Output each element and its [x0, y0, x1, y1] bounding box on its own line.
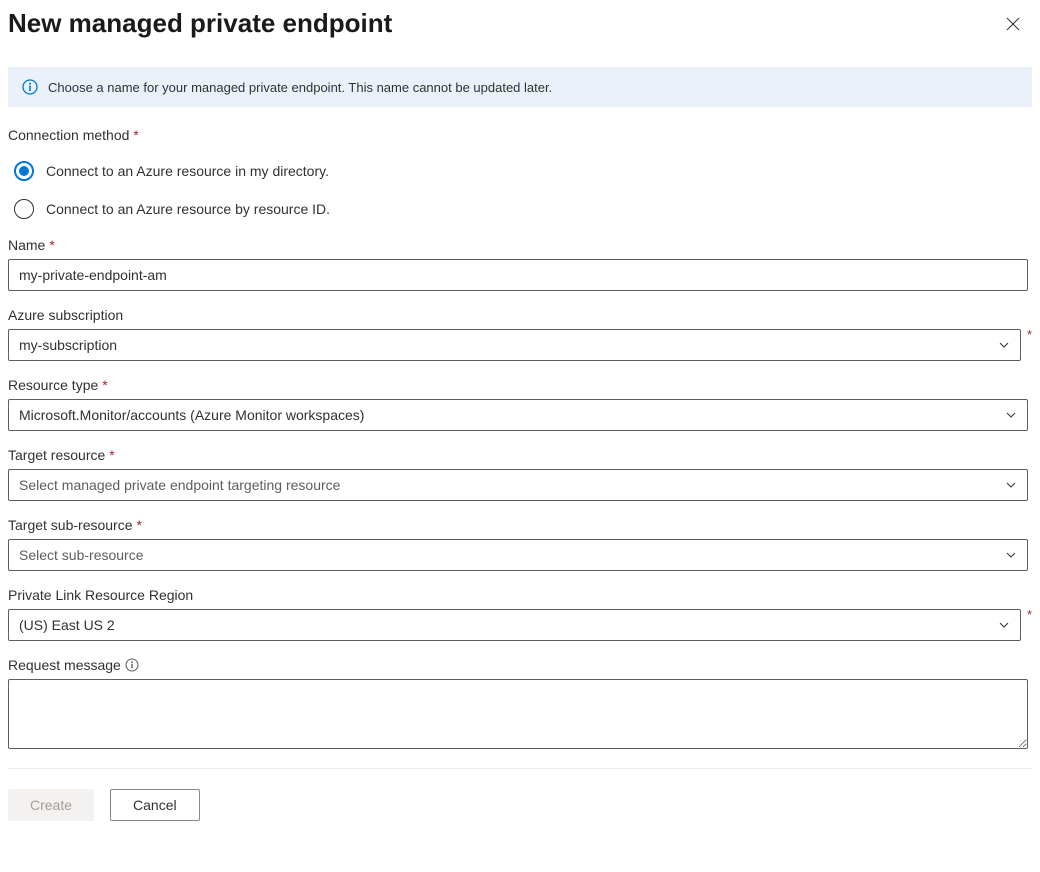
- region-label: Private Link Resource Region: [8, 587, 1032, 603]
- subscription-select[interactable]: my-subscription: [8, 329, 1021, 361]
- required-marker: *: [1027, 327, 1032, 342]
- cancel-button[interactable]: Cancel: [110, 789, 200, 821]
- select-placeholder: Select sub-resource: [19, 547, 144, 563]
- target-resource-select[interactable]: Select managed private endpoint targetin…: [8, 469, 1028, 501]
- panel-header: New managed private endpoint: [8, 8, 1032, 67]
- create-button[interactable]: Create: [8, 789, 94, 821]
- footer: Create Cancel: [8, 769, 1032, 841]
- select-value: Microsoft.Monitor/accounts (Azure Monito…: [19, 407, 364, 423]
- radio-label: Connect to an Azure resource by resource…: [46, 201, 330, 217]
- name-label: Name *: [8, 237, 1032, 253]
- request-message-label: Request message: [8, 657, 1032, 673]
- radio-unselected-icon: [14, 199, 34, 219]
- connection-method-label: Connection method *: [8, 127, 1032, 143]
- name-input[interactable]: [8, 259, 1028, 291]
- select-placeholder: Select managed private endpoint targetin…: [19, 477, 340, 493]
- required-marker: *: [1027, 607, 1032, 622]
- info-icon: [22, 79, 38, 95]
- close-button[interactable]: [1006, 17, 1020, 31]
- select-value: (US) East US 2: [19, 617, 115, 633]
- select-value: my-subscription: [19, 337, 117, 353]
- chevron-down-icon: [998, 619, 1010, 631]
- chevron-down-icon: [1005, 409, 1017, 421]
- region-select[interactable]: (US) East US 2: [8, 609, 1021, 641]
- panel-title: New managed private endpoint: [8, 8, 392, 39]
- request-message-input[interactable]: [8, 679, 1028, 749]
- chevron-down-icon: [1005, 549, 1017, 561]
- chevron-down-icon: [1005, 479, 1017, 491]
- target-resource-label: Target resource *: [8, 447, 1032, 463]
- connection-method-resource-id[interactable]: Connect to an Azure resource by resource…: [14, 199, 1032, 219]
- connection-method-directory[interactable]: Connect to an Azure resource in my direc…: [14, 161, 1032, 181]
- subscription-label: Azure subscription: [8, 307, 1032, 323]
- chevron-down-icon: [998, 339, 1010, 351]
- resource-type-select[interactable]: Microsoft.Monitor/accounts (Azure Monito…: [8, 399, 1028, 431]
- info-banner: Choose a name for your managed private e…: [8, 67, 1032, 107]
- target-sub-resource-label: Target sub-resource *: [8, 517, 1032, 533]
- connection-method-group: Connect to an Azure resource in my direc…: [8, 161, 1032, 219]
- radio-selected-icon: [14, 161, 34, 181]
- close-icon: [1006, 17, 1020, 31]
- help-icon[interactable]: [125, 658, 139, 672]
- target-sub-resource-select[interactable]: Select sub-resource: [8, 539, 1028, 571]
- resource-type-label: Resource type *: [8, 377, 1032, 393]
- info-text: Choose a name for your managed private e…: [48, 80, 552, 95]
- radio-label: Connect to an Azure resource in my direc…: [46, 163, 329, 179]
